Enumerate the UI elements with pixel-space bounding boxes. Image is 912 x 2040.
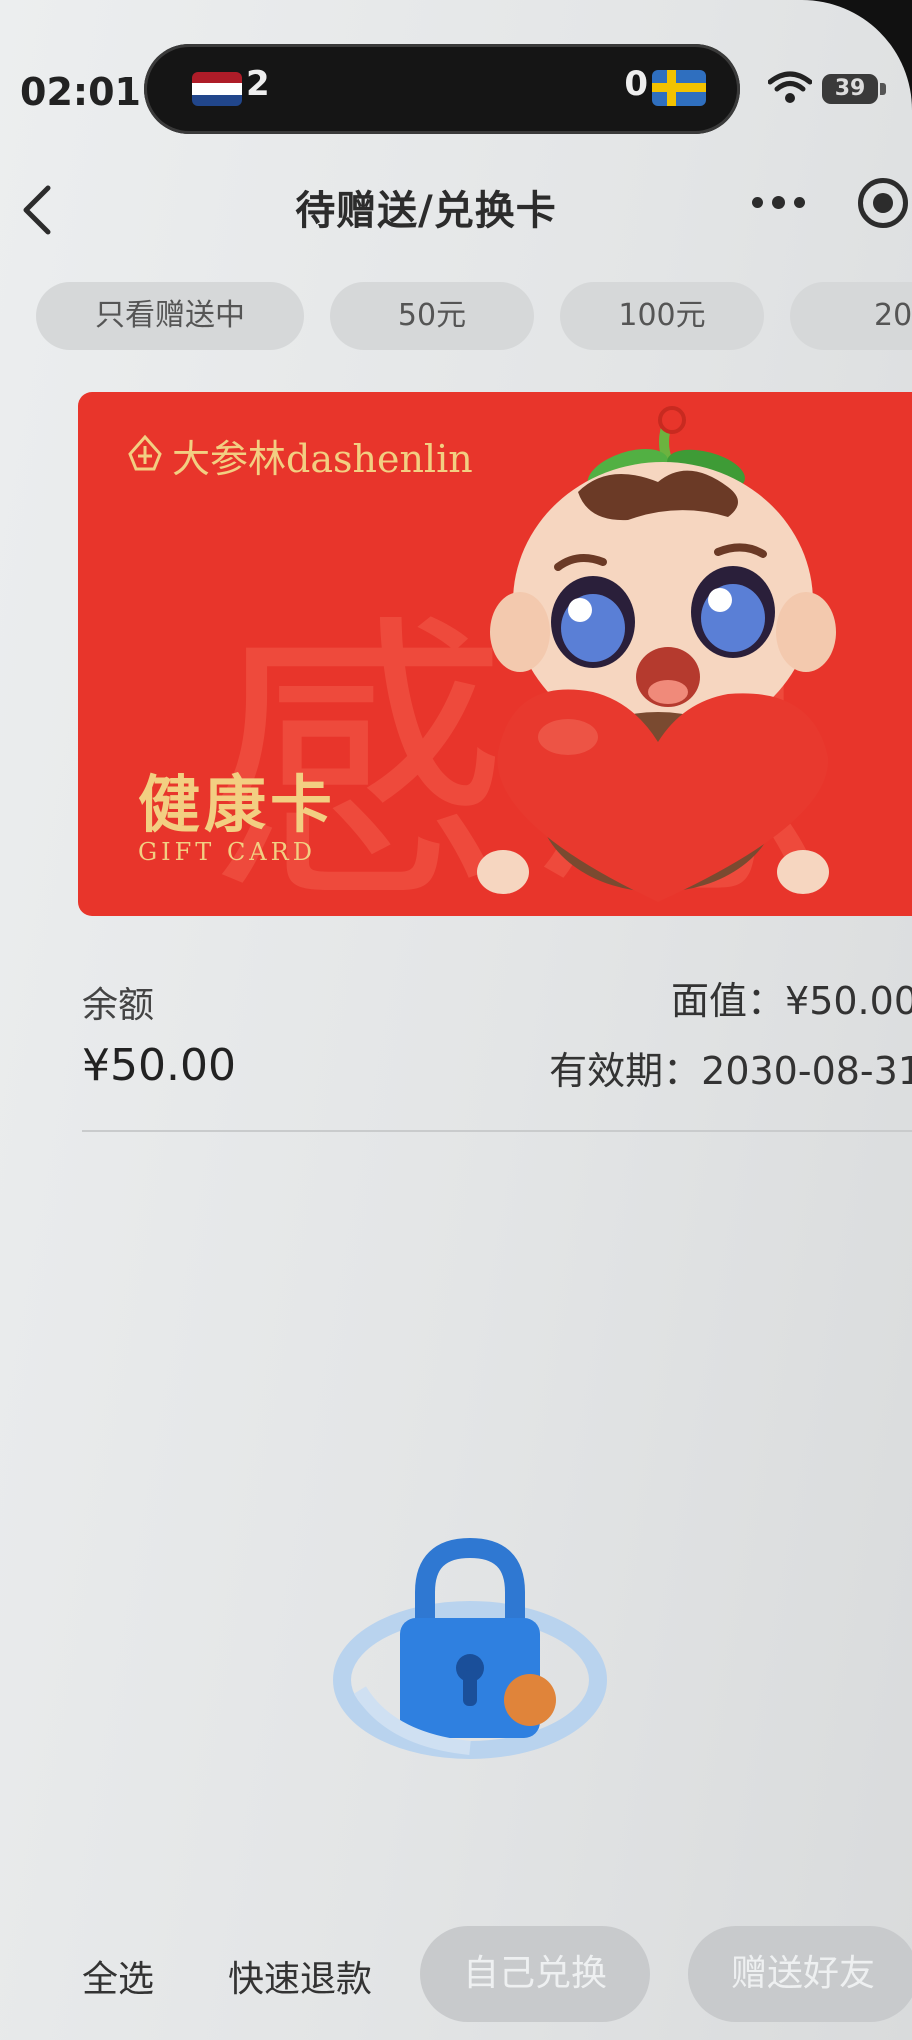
card-name: 健康卡 <box>138 768 337 841</box>
filter-100[interactable]: 100元 <box>560 282 764 350</box>
lock-icon <box>333 1537 607 1759</box>
filter-200[interactable]: 200 <box>790 282 912 350</box>
more-dots-icon[interactable] <box>748 180 808 220</box>
sweden-flag-icon <box>652 70 706 106</box>
card-subtitle: GIFT CARD <box>138 838 316 866</box>
validity-date: 有效期：2030-08-31 <box>549 1049 912 1093</box>
battery-tip <box>880 83 886 95</box>
close-target-icon[interactable] <box>858 178 908 228</box>
wifi-icon <box>768 71 812 103</box>
gift-card[interactable]: 感恩 大参林dashenlin 健康卡 GIFT CARD <box>78 392 912 916</box>
gift-friend-button[interactable]: 赠送好友 <box>688 1926 912 2022</box>
balance-label: 余额 <box>82 985 155 1026</box>
left-score: 2 <box>246 64 270 104</box>
dynamic-island-score[interactable]: 2 0 <box>144 44 740 134</box>
brand-logo-icon <box>128 434 162 471</box>
select-all-button[interactable]: 全选 <box>82 1950 154 2002</box>
netherlands-flag-icon <box>192 72 242 106</box>
mascot-baby-heart-image <box>477 406 836 902</box>
filter-50[interactable]: 50元 <box>330 282 534 350</box>
status-time: 02:01 <box>20 70 141 114</box>
quick-refund-button[interactable]: 快速退款 <box>228 1950 372 2002</box>
right-score: 0 <box>624 64 648 104</box>
redeem-self-button[interactable]: 自己兑换 <box>420 1926 650 2022</box>
face-value: 面值：¥50.00 <box>671 979 912 1023</box>
divider <box>82 1130 912 1132</box>
filter-gifting[interactable]: 只看赠送中 <box>36 282 304 350</box>
balance-value: ¥50.00 <box>82 1040 236 1091</box>
screen: 02:01 2 0 39 待赠送/兑换卡 只看赠送中 50元 100元 200 … <box>0 0 912 2040</box>
battery-icon: 39 <box>822 74 878 104</box>
